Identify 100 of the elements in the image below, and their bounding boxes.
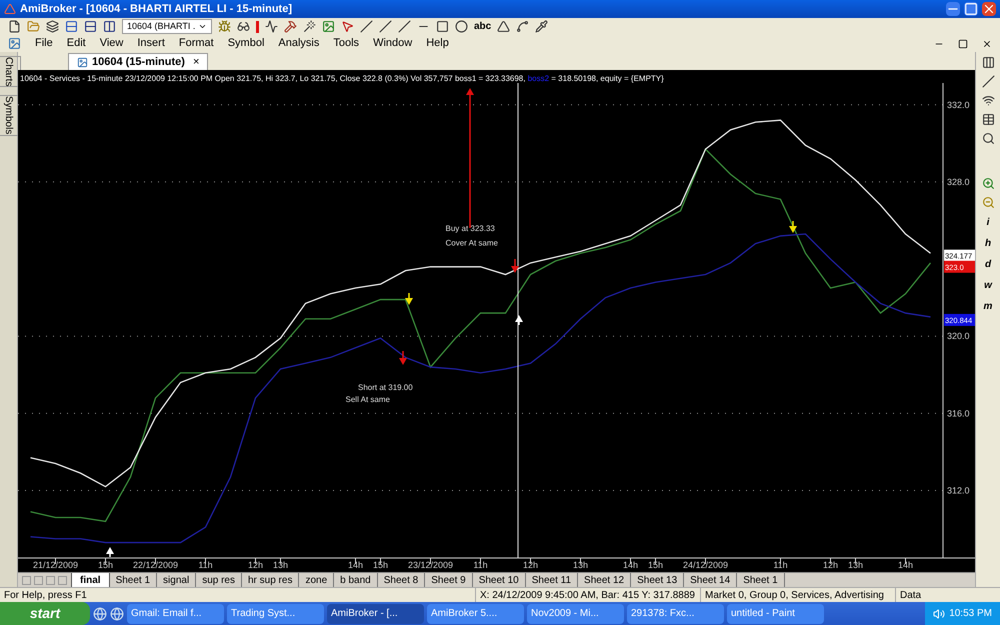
menu-item[interactable]: Edit	[66, 35, 86, 52]
axis-label: 15h	[372, 560, 388, 570]
curve-icon[interactable]	[516, 20, 530, 33]
pipette-icon[interactable]	[535, 20, 548, 33]
axis-label: 15h	[98, 560, 114, 570]
caret-icon[interactable]	[198, 22, 207, 31]
line-icon[interactable]	[360, 20, 373, 33]
interval-button[interactable]: h	[984, 236, 992, 251]
menu-item[interactable]: File	[35, 35, 53, 52]
sheet-tab[interactable]: signal	[157, 573, 196, 587]
sheet-tab[interactable]: Sheet 14	[684, 573, 738, 587]
taskbar-button[interactable]: Trading Syst...	[227, 604, 324, 624]
start-button[interactable]: start	[0, 602, 90, 625]
globe-icon[interactable]	[110, 606, 124, 620]
chart-tab[interactable]: 10604 (15-minute) ×	[68, 53, 208, 70]
rows-icon[interactable]	[65, 20, 78, 33]
sheet-tab[interactable]: Sheet 12	[578, 573, 632, 587]
axis-label: 320.0	[947, 331, 970, 342]
taskbar-button[interactable]: AmiBroker - [...	[327, 604, 424, 624]
speaker-icon[interactable]	[933, 608, 946, 620]
sheet-tab[interactable]: Sheet 8	[378, 573, 426, 587]
axis-label: 11h	[473, 560, 488, 570]
taskbar-button[interactable]: AmiBroker 5....	[427, 604, 524, 624]
pulse-icon[interactable]	[265, 20, 278, 33]
line-icon[interactable]	[379, 20, 392, 33]
columns-icon[interactable]	[982, 56, 994, 69]
sheet-tab[interactable]: Sheet 13	[631, 573, 684, 587]
symbol-combo[interactable]: 10604 (BHARTI .	[122, 19, 212, 34]
app-logo-icon	[4, 3, 16, 15]
menu-item[interactable]: Format	[178, 35, 214, 52]
zoom-in-icon[interactable]	[982, 177, 994, 190]
taskbar-button[interactable]: Nov2009 - Mi...	[527, 604, 624, 624]
axis-label: 312.0	[947, 486, 970, 496]
menu-item[interactable]: Window	[373, 35, 412, 52]
chart-note: Buy at 323.33	[446, 224, 495, 234]
menu-item[interactable]: Tools	[333, 35, 360, 52]
restore-icon[interactable]	[958, 38, 968, 48]
globe-icon[interactable]	[93, 606, 107, 620]
rows-icon[interactable]	[84, 20, 97, 33]
image-icon[interactable]	[322, 20, 335, 33]
folder-icon[interactable]	[27, 20, 40, 33]
sheet-tab[interactable]: Sheet 1	[110, 573, 158, 587]
sheet-tab[interactable]: Sheet 11	[526, 573, 578, 587]
axis-label: 14h	[898, 560, 914, 570]
line-icon[interactable]	[398, 20, 411, 33]
interval-button[interactable]: w	[984, 278, 992, 293]
menu-item[interactable]: Analysis	[278, 35, 320, 52]
axis-label: 22/12/2009	[132, 560, 178, 570]
rectangle-icon[interactable]	[436, 20, 449, 33]
columns-icon[interactable]	[103, 20, 116, 33]
axis-label: 13h	[272, 560, 288, 570]
ellipse-icon[interactable]	[455, 20, 468, 33]
sheet-tab[interactable]: Sheet 10	[472, 573, 526, 587]
axis-label: 13h	[848, 560, 864, 570]
line-icon[interactable]	[982, 75, 994, 88]
new-file-icon[interactable]	[8, 20, 21, 33]
taskbar-button[interactable]: Gmail: Email f...	[127, 604, 224, 624]
axis-label: 11h	[198, 560, 213, 570]
sheet-tab[interactable]: sup res	[196, 573, 242, 587]
chart-icon[interactable]	[8, 37, 21, 50]
sheet-tab[interactable]: zone	[299, 573, 334, 587]
layers-icon[interactable]	[46, 20, 59, 33]
sheet-tab[interactable]: final	[71, 573, 110, 587]
taskbar-button[interactable]: 291378: Fxc...	[627, 604, 724, 624]
axis-label: 12h	[248, 560, 264, 570]
sheet-tab[interactable]: b band	[334, 573, 378, 587]
close-icon[interactable]	[982, 2, 996, 16]
axis-label: 15h	[648, 560, 664, 570]
triangle-icon[interactable]	[497, 20, 510, 33]
chart-note: Short at 319.00	[358, 383, 413, 392]
menu-item[interactable]: Help	[426, 35, 449, 52]
axis-label: 12h	[822, 560, 838, 570]
hammer-icon[interactable]	[284, 20, 297, 33]
taskbar-button[interactable]: untitled - Paint	[727, 604, 824, 624]
interval-button[interactable]: i	[986, 215, 990, 230]
menu-item[interactable]: Insert	[137, 35, 165, 52]
grid-icon[interactable]	[982, 113, 994, 126]
text-tool-button[interactable]: abc	[474, 19, 492, 34]
window-title: AmiBroker - [10604 - BHARTI AIRTEL LI - 15-minute]	[20, 2, 293, 17]
chart-icon	[77, 56, 88, 68]
pointer-icon[interactable]	[341, 20, 354, 33]
axis-label: 24/12/2009	[682, 560, 728, 570]
interval-button[interactable]: m	[984, 299, 992, 314]
axis-label: 328.0	[947, 176, 970, 187]
axis-label: 316.0	[947, 408, 970, 418]
bug-icon[interactable]	[218, 20, 231, 33]
search-icon[interactable]	[982, 132, 994, 145]
menu-item[interactable]: View	[100, 35, 124, 52]
sheet-tab[interactable]: Sheet 9	[425, 573, 473, 587]
zoom-out-icon[interactable]	[982, 196, 994, 209]
sheet-tab[interactable]: Sheet 1	[737, 573, 785, 587]
minimize-icon[interactable]	[946, 2, 960, 16]
status-text: For Help, press F1	[3, 588, 88, 602]
close-icon[interactable]	[982, 38, 992, 48]
wand-icon[interactable]	[303, 20, 316, 33]
menu-item[interactable]: Symbol	[228, 35, 264, 52]
interval-button[interactable]: d	[984, 257, 992, 272]
glasses-icon[interactable]	[237, 20, 250, 33]
axis-label: 332.0	[947, 100, 970, 110]
sheet-tab[interactable]: hr sup res	[242, 573, 300, 587]
